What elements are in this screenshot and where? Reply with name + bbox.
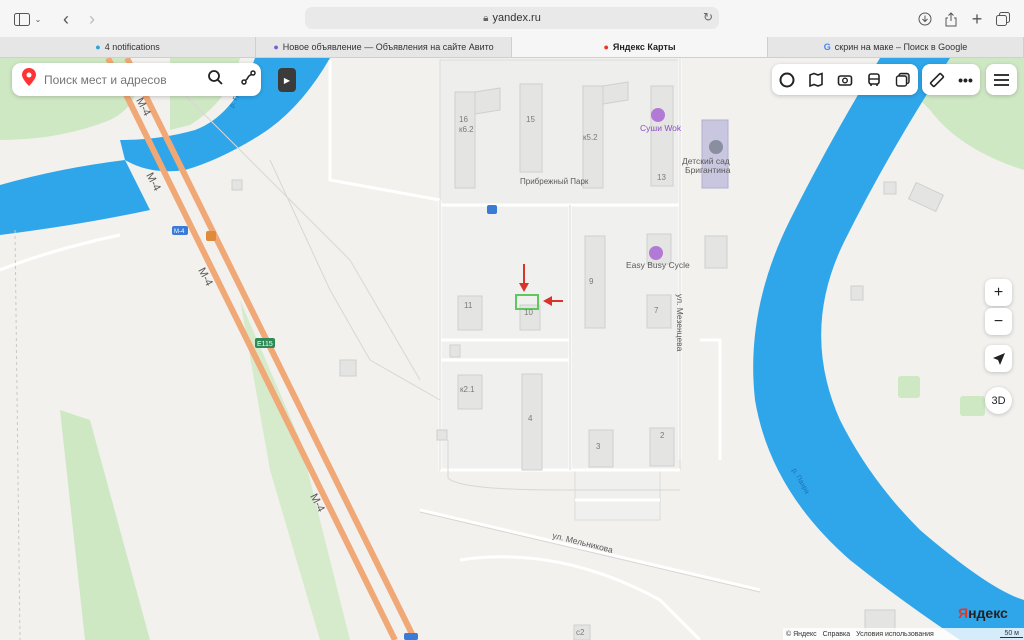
park-area [960, 396, 985, 416]
building-number: 13 [657, 173, 666, 182]
help-link[interactable]: Справка [823, 631, 850, 638]
google-icon: G [823, 42, 831, 52]
3d-toggle-button[interactable]: 3D [985, 387, 1012, 414]
kindergarten-label: Бригантина [685, 165, 731, 175]
lock-icon: 🔒︎ [483, 12, 489, 24]
building-number: к5.2 [583, 133, 598, 142]
sushi-poi-icon[interactable] [651, 108, 665, 122]
terms-link[interactable]: Условия использования [856, 631, 934, 638]
tab-label: Новое объявление — Объявления на сайте А… [282, 42, 494, 52]
kindergarten-poi-icon[interactable] [709, 140, 723, 154]
sushi-label: Суши Wok [640, 123, 682, 133]
address-text: yandex.ru [492, 12, 541, 24]
search-box[interactable] [12, 63, 261, 96]
collapse-panel-button[interactable]: ▶ [278, 68, 296, 92]
back-icon[interactable]: ‹ [56, 9, 76, 29]
yandex-maps-pin-icon: ● [603, 42, 609, 52]
fuel-station-icon[interactable] [206, 231, 216, 241]
street-label: ул. Мезенцева [675, 294, 685, 352]
building-number: 11 [464, 301, 473, 310]
telegram-icon: ● [95, 42, 101, 52]
more-icon[interactable]: ••• [955, 69, 977, 91]
building-number: к2.1 [460, 385, 475, 394]
building-number: к6.2 [459, 125, 474, 134]
download-icon[interactable] [915, 9, 935, 29]
map-canvas[interactable]: 16 к6.2 15 к5.2 13 9 7 11 10 к2.1 4 3 2 … [0, 58, 1024, 640]
tools-toolbar: ••• [922, 64, 980, 95]
sidebar-icon[interactable] [12, 9, 32, 29]
scale-bar: 50 м [1000, 630, 1023, 638]
cycle-poi-icon[interactable] [649, 246, 663, 260]
residential-block [439, 204, 681, 471]
building-number: 2 [660, 431, 665, 440]
m4-shield-text: M-4 [174, 229, 185, 235]
forward-icon[interactable]: › [82, 9, 102, 29]
building-number: 16 [459, 115, 468, 124]
address-bar[interactable]: 🔒︎ yandex.ru ↻ [305, 7, 719, 29]
building-number: 9 [589, 277, 594, 286]
logo-text: ндекс [968, 605, 1008, 621]
search-icon[interactable] [208, 69, 223, 90]
residential-block [574, 469, 661, 521]
location-arrow-icon [992, 352, 1005, 365]
yandex-pin-icon [22, 68, 36, 91]
building-number: 4 [528, 414, 533, 423]
route-icon[interactable] [241, 69, 256, 90]
reload-icon[interactable]: ↻ [703, 10, 713, 24]
browser-toolbar: ⌄ ‹ › 🔒︎ yandex.ru ↻ + [0, 0, 1024, 38]
yandex-logo: Яндекс [958, 605, 1008, 621]
hamburger-icon [994, 73, 1009, 86]
park-label: Прибрежный Парк [520, 177, 589, 186]
tab-telegram[interactable]: ● 4 notifications [0, 37, 256, 57]
traffic-layer-icon[interactable] [892, 69, 914, 91]
tab-label: Яндекс Карты [612, 42, 676, 52]
transit-icon[interactable] [863, 69, 885, 91]
tab-avito[interactable]: ● Новое объявление — Объявления на сайте … [256, 37, 512, 57]
kindergarten-building [701, 119, 729, 189]
tab-overview-icon[interactable] [993, 9, 1013, 29]
my-location-button[interactable] [985, 345, 1012, 372]
panorama-icon[interactable] [834, 69, 856, 91]
logo-letter: Я [958, 605, 969, 621]
building-number: 7 [654, 306, 659, 315]
park-area [898, 376, 920, 398]
building-number: 10 [524, 308, 533, 317]
share-icon[interactable] [941, 9, 961, 29]
tab-label: скрин на маке – Поиск в Google [834, 42, 968, 52]
tab-google[interactable]: Gскрин на маке – Поиск в Google [768, 37, 1024, 57]
building-number: 15 [526, 115, 535, 124]
building-number: с2 [576, 628, 585, 637]
new-tab-icon[interactable]: + [967, 9, 987, 29]
layers-toolbar [772, 64, 918, 95]
chevron-down-icon[interactable]: ⌄ [32, 9, 44, 29]
tab-label: 4 notifications [104, 42, 160, 52]
tab-bar: ● 4 notifications ● Новое объявление — Объ… [0, 37, 1024, 58]
map-layers-icon[interactable] [776, 69, 798, 91]
map-book-icon[interactable] [805, 69, 827, 91]
avito-icon: ● [273, 42, 279, 52]
menu-button[interactable] [986, 64, 1017, 95]
ruler-icon[interactable] [926, 69, 948, 91]
zoom-out-button[interactable]: − [985, 308, 1012, 335]
e115-shield-text: E115 [257, 341, 273, 348]
building-number: 3 [596, 442, 601, 451]
bus-stop-icon[interactable] [487, 205, 497, 214]
zoom-in-button[interactable]: + [985, 279, 1012, 306]
search-input[interactable] [42, 71, 196, 88]
tab-yandex-maps[interactable]: ● Яндекс Карты [512, 37, 768, 57]
map-footer: © Яндекс Справка Условия использования 5… [783, 628, 1024, 640]
copyright-text: © Яндекс [786, 630, 817, 638]
cycle-label: Easy Busy Cycle [626, 260, 690, 270]
road-shield-icon [404, 633, 418, 640]
